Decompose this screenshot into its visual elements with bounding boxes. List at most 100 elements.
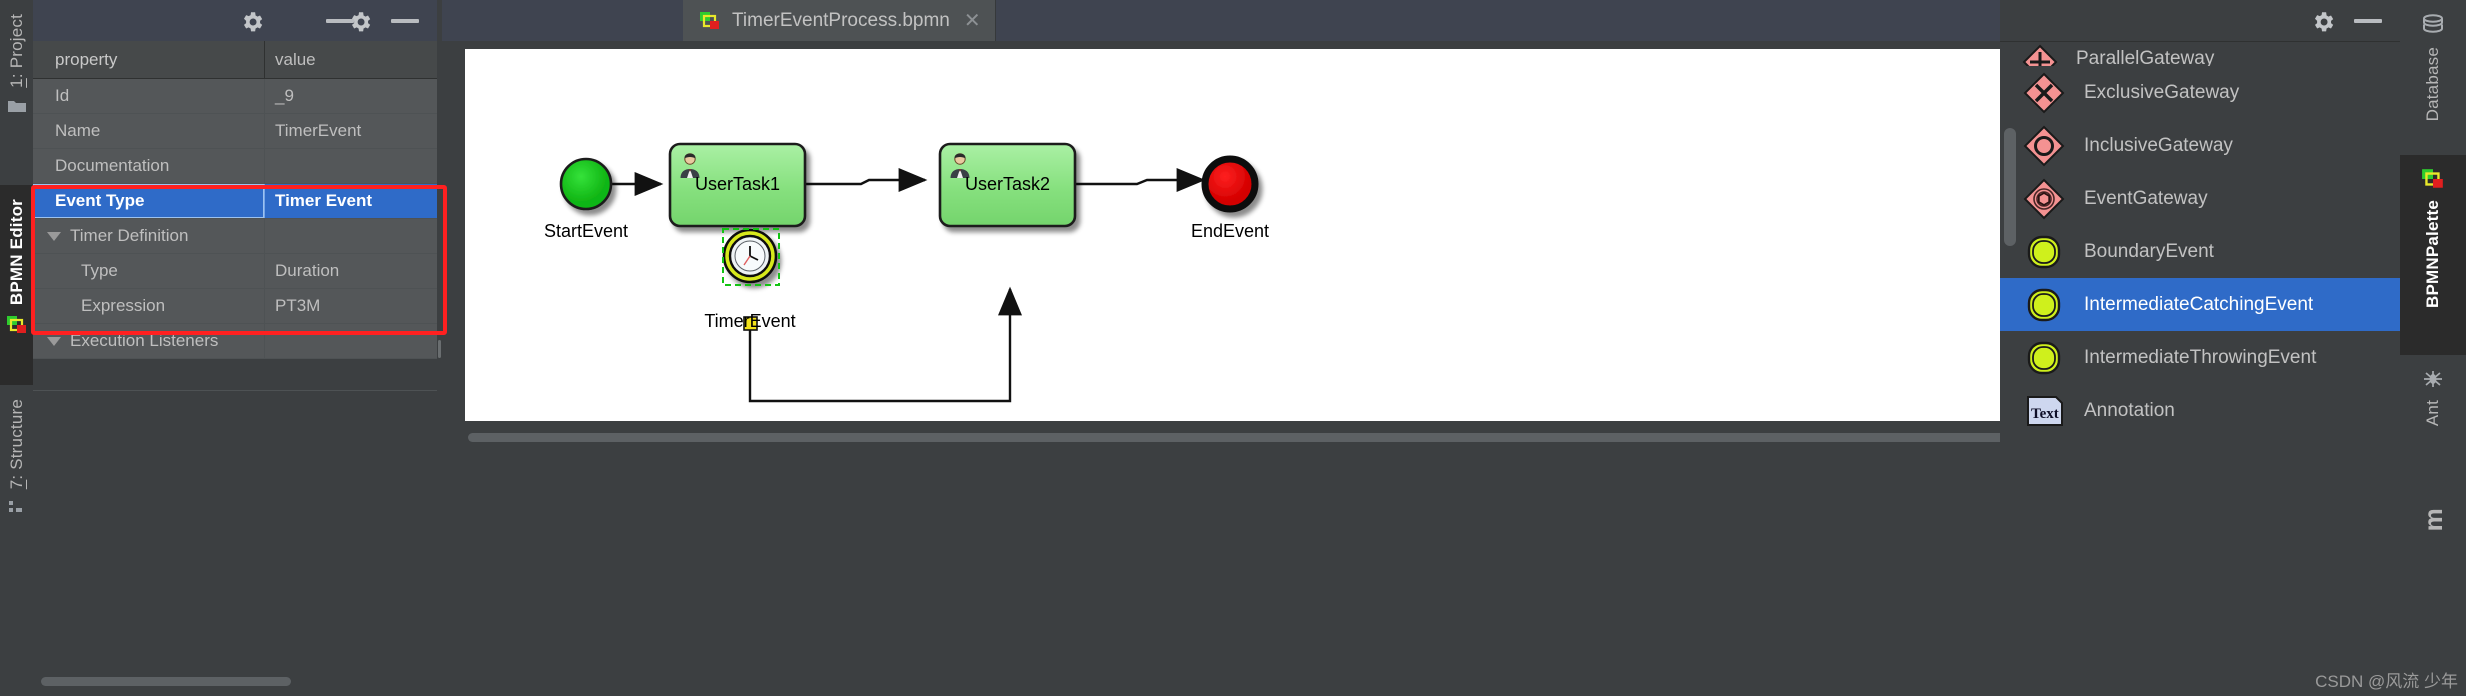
row-value[interactable]: PT3M [265, 289, 437, 323]
bpmn-palette-icon [6, 315, 28, 335]
column-header-value: value [275, 49, 316, 69]
row-property-label: Expression [33, 289, 265, 323]
sidebar-label-ant: Ant [2423, 400, 2442, 427]
palette-item-intermediatecatchingevent[interactable]: IntermediateCatchingEvent [2000, 278, 2400, 331]
inclusive-gateway-icon [2022, 124, 2066, 168]
minimize-icon[interactable] [326, 19, 354, 23]
palette-item-parallelgateway[interactable]: ParallelGateway [2000, 42, 2400, 66]
sidebar-label-database: Database [2423, 47, 2442, 122]
table-row-selected-event-type[interactable]: Event Type Timer Event [33, 184, 437, 219]
row-property-label: Timer Definition [70, 226, 189, 245]
chevron-down-icon[interactable] [47, 231, 61, 241]
minimize-icon[interactable] [2354, 19, 2382, 23]
column-header-property: property [33, 41, 265, 78]
row-property-label: Type [33, 254, 265, 288]
bpmn-palette-icon [2421, 168, 2445, 190]
canvas-left-gutter [442, 82, 465, 696]
user-task-person-icon [948, 152, 970, 178]
sidebar-item-database[interactable]: Database [2400, 0, 2466, 155]
left-toolwindow-stripe: 1: Project 1: Project BPMN Editor BPMN E… [0, 0, 33, 696]
palette-item-label: InclusiveGateway [2084, 134, 2233, 156]
sidebar-item-project[interactable]: 1: Project 1: Project [0, 0, 33, 185]
palette-item-eventgateway[interactable]: EventGateway [2000, 172, 2400, 225]
row-value[interactable] [265, 324, 437, 358]
properties-table: property value Id _9 Name TimerEvent Doc… [33, 41, 437, 359]
diagram-node-startevent [559, 157, 613, 211]
palette-vertical-scrollbar-thumb[interactable] [2004, 128, 2016, 246]
bpmn-file-icon [699, 11, 721, 31]
diagram-node-endevent [1201, 155, 1259, 213]
chevron-down-icon[interactable] [47, 336, 61, 346]
palette-item-exclusivegateway[interactable]: ExclusiveGateway [2000, 66, 2400, 119]
sidebar-label-bpmnpalette: BPMNPalette [2423, 200, 2442, 309]
row-value[interactable]: Duration [265, 254, 437, 288]
palette-item-boundaryevent[interactable]: BoundaryEvent [2000, 225, 2400, 278]
scrollbar-thumb[interactable] [41, 677, 291, 686]
intermediate-throwing-event-icon [2022, 336, 2066, 380]
table-row-group-timer-definition[interactable]: Timer Definition [33, 219, 437, 254]
row-value[interactable] [265, 149, 437, 183]
minimize-icon[interactable] [391, 19, 419, 23]
gear-icon[interactable] [2310, 9, 2336, 35]
palette-item-intermediatethrowingevent[interactable]: IntermediateThrowingEvent [2000, 331, 2400, 384]
canvas-horizontal-scrollbar[interactable] [465, 430, 2155, 444]
parallel-gateway-icon [2022, 44, 2058, 66]
table-row[interactable]: Expression PT3M [33, 289, 437, 324]
close-icon[interactable]: ✕ [964, 11, 981, 31]
diagram-node-timerevent [722, 228, 778, 284]
table-row[interactable]: Type Duration [33, 254, 437, 289]
table-row[interactable]: Documentation [33, 149, 437, 184]
right-toolwindow-stripe: Database BPMNPalette Ant m [2400, 0, 2466, 696]
user-task-person-icon [678, 152, 700, 178]
palette-item-label: Annotation [2084, 399, 2175, 421]
diagram-label-usertask2: UserTask2 [964, 174, 1051, 194]
table-row-group-execution-listeners[interactable]: Execution Listeners [33, 324, 437, 359]
row-value[interactable]: _9 [265, 79, 437, 113]
row-property-label: Documentation [33, 149, 265, 183]
properties-panel-header [33, 0, 437, 41]
row-property-label: Id [33, 79, 265, 113]
sidebar-item-bpmn-editor[interactable]: BPMN Editor BPMN Editor [0, 185, 33, 385]
palette-item-label: ParallelGateway [2076, 48, 2215, 66]
diagram-label-startevent: StartEvent [543, 221, 629, 241]
sidebar-item-bpmnpalette[interactable]: BPMNPalette [2400, 155, 2466, 355]
palette-item-annotation[interactable]: Text Annotation [2000, 384, 2400, 437]
table-row[interactable]: Id _9 [33, 79, 437, 114]
row-property-label: Event Type [33, 184, 265, 218]
properties-horizontal-scrollbar[interactable] [33, 674, 437, 688]
boundary-event-icon [2022, 230, 2066, 274]
svg-text:Text: Text [2031, 406, 2059, 422]
palette-item-list[interactable]: ParallelGateway ExclusiveGateway Inclusi… [2000, 42, 2400, 684]
row-value[interactable]: TimerEvent [265, 114, 437, 148]
editor-tab-label: TimerEventProcess.bpmn [732, 9, 950, 31]
bpmn-diagram-canvas[interactable]: StartEvent UserTask1 TimerEvent UserTask… [465, 49, 2155, 421]
watermark: CSDN @风流 少年 [2315, 672, 2458, 691]
ant-icon [2422, 368, 2444, 390]
row-property-label: Name [33, 114, 265, 148]
database-icon [2421, 13, 2445, 37]
properties-empty-area [33, 390, 437, 663]
palette-item-label: IntermediateThrowingEvent [2084, 346, 2317, 368]
sidebar-label-maven: m [2417, 508, 2448, 532]
event-gateway-icon [2022, 177, 2066, 221]
ide-window: 1: Project 1: Project BPMN Editor BPMN E… [0, 0, 2466, 696]
bpmn-palette-panel: ParallelGateway ExclusiveGateway Inclusi… [2000, 0, 2400, 696]
palette-item-label: ExclusiveGateway [2084, 81, 2240, 103]
palette-header [2000, 0, 2400, 42]
gear-icon[interactable] [239, 9, 265, 35]
sidebar-item-ant[interactable]: Ant [2400, 355, 2466, 495]
structure-icon [8, 499, 26, 515]
intermediate-catching-event-icon [2022, 283, 2066, 327]
table-row[interactable]: Name TimerEvent [33, 114, 437, 149]
sidebar-item-maven[interactable]: m [2400, 495, 2466, 696]
sidebar-item-structure[interactable]: 7: Structure 7: Structure [0, 385, 33, 696]
palette-item-label: BoundaryEvent [2084, 240, 2214, 262]
diagram-label-endevent: EndEvent [1190, 221, 1270, 241]
palette-item-label: EventGateway [2084, 187, 2208, 209]
row-value[interactable] [265, 219, 437, 253]
editor-tab-timereventprocess[interactable]: TimerEventProcess.bpmn ✕ [683, 0, 996, 41]
annotation-icon: Text [2022, 391, 2066, 431]
palette-item-inclusivegateway[interactable]: InclusiveGateway [2000, 119, 2400, 172]
scrollbar-thumb[interactable] [468, 433, 2128, 442]
row-value[interactable]: Timer Event [265, 184, 437, 218]
